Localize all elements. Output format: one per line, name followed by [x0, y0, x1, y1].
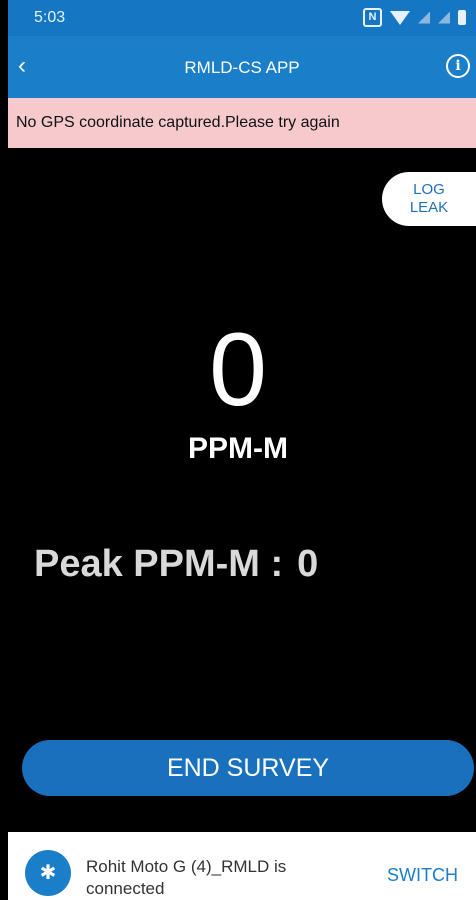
app-bar: ‹ RMLD-CS APP i [8, 36, 476, 98]
switch-button[interactable]: SWITCH [387, 865, 458, 886]
wifi-icon [390, 10, 410, 25]
log-leak-button[interactable]: LOG LEAK [382, 172, 476, 226]
status-bar: 5:03 N [8, 0, 476, 36]
log-leak-line2: LEAK [409, 199, 449, 216]
status-icons: N [363, 8, 466, 27]
end-survey-button[interactable]: END SURVEY [22, 740, 474, 796]
peak-label: Peak PPM-M : [34, 543, 284, 585]
reading-value: 0 [209, 312, 267, 428]
reading-unit: PPM-M [188, 432, 288, 465]
info-icon[interactable]: i [446, 54, 470, 78]
battery-icon [458, 10, 466, 25]
bluetooth-device-status: Rohit Moto G (4)_RMLD is connected [86, 857, 287, 898]
signal-icon [418, 11, 430, 24]
page-title: RMLD-CS APP [184, 58, 300, 77]
nfc-icon: N [363, 8, 382, 27]
signal-icon-2 [438, 11, 450, 24]
log-leak-line1: LOG [413, 181, 445, 198]
peak-reading: Peak PPM-M : 0 [34, 543, 318, 586]
peak-value: 0 [297, 543, 319, 585]
bluetooth-panel: ✱ Rohit Moto G (4)_RMLD is connected SWI… [8, 832, 476, 900]
bluetooth-icon: ✱ [25, 850, 71, 896]
gps-alert-banner: No GPS coordinate captured.Please try ag… [8, 98, 476, 148]
status-time: 5:03 [34, 9, 66, 26]
